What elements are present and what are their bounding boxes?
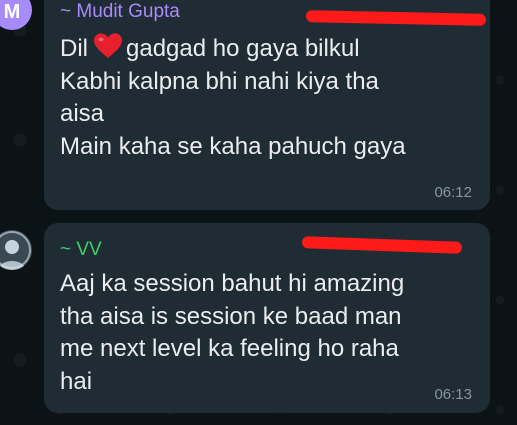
- message-line: me next level ka feeling ho raha: [60, 335, 399, 362]
- message-fragment: Dil: [60, 35, 88, 62]
- message-timestamp: 06:13: [434, 386, 472, 403]
- message-line: aisa: [60, 100, 105, 127]
- message-line: Kabhi kalpna bhi nahi kiya tha: [60, 67, 379, 95]
- message-text: Dil gadgad ho gaya bilkul Kabhi kalpna bh…: [60, 33, 406, 163]
- sender-name[interactable]: ~ VV: [60, 239, 102, 261]
- message-line: Dil gadgad ho gaya bilkul: [60, 33, 406, 66]
- message-line: tha aisa is session ke baad man: [60, 302, 402, 330]
- avatar-letter: M: [3, 0, 21, 23]
- red-heart-icon: [94, 33, 122, 58]
- sender-name[interactable]: ~ Mudit Gupta: [60, 1, 180, 23]
- message-timestamp: 06:12: [434, 184, 472, 201]
- message-fragment: gadgad ho gaya bilkul: [126, 35, 360, 62]
- message-bubble[interactable]: ~ Mudit Gupta Dil gadgad ho gaya bilkul K…: [44, 0, 490, 210]
- redacted-phone-number: [301, 236, 463, 254]
- message-line: Main kaha se kaha pahuch gaya: [60, 132, 406, 160]
- message-line: hai: [60, 367, 93, 395]
- redacted-phone-number: [305, 10, 487, 26]
- message-text: Aaj ka session bahut hi amazing tha aisa…: [60, 268, 404, 398]
- message-line: Aaj ka session bahut hi amazing: [60, 270, 405, 297]
- message-bubble[interactable]: ~ VV Aaj ka session bahut hi amazing tha…: [44, 223, 490, 413]
